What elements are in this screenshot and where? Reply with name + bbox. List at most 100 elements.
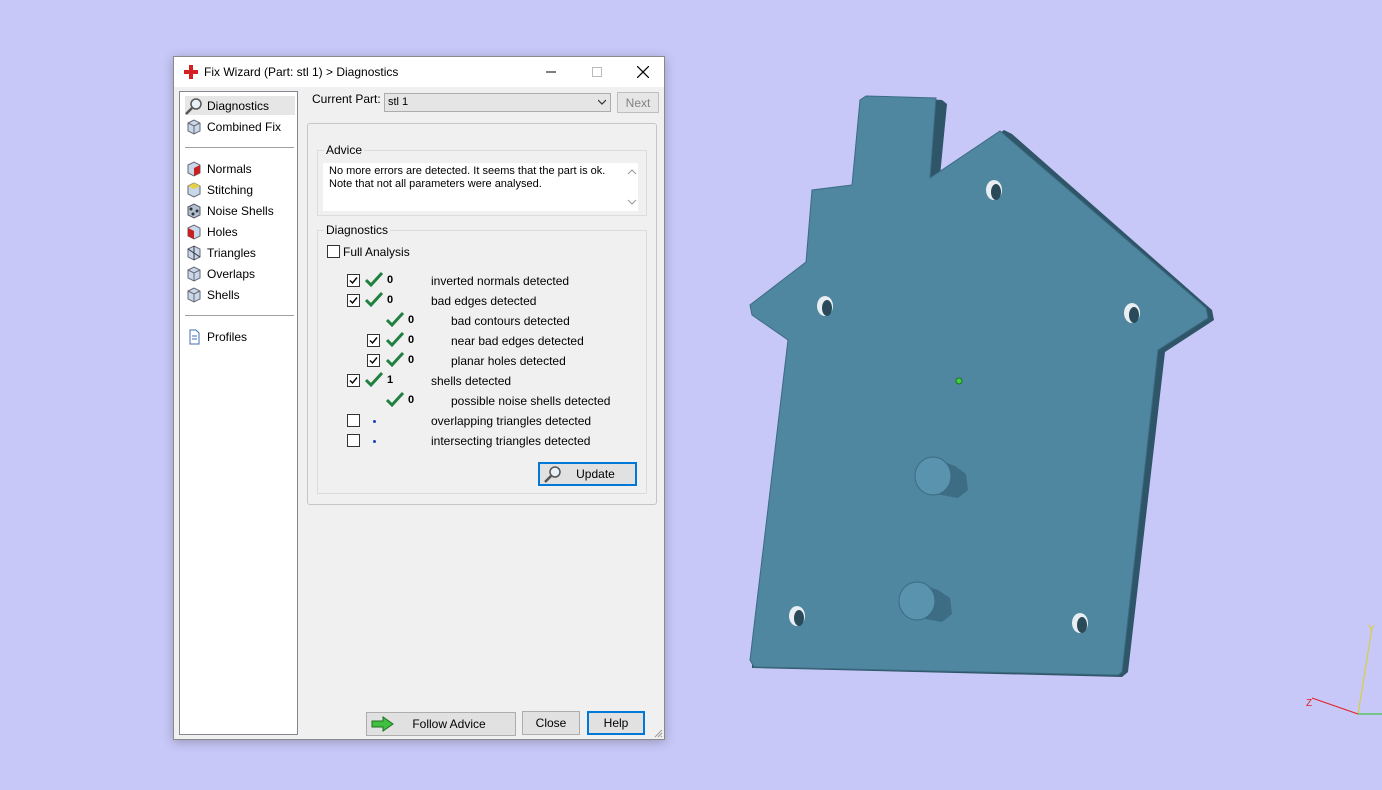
intersecting-triangles-checkbox[interactable] (347, 434, 360, 447)
maximize-button[interactable] (574, 57, 620, 87)
axis-y-label: Y (1368, 624, 1375, 635)
pending-dot-icon (373, 440, 376, 443)
sidebar-item-label: Overlaps (207, 266, 256, 281)
sidebar-item-profiles[interactable]: Profiles (185, 327, 295, 346)
resize-grip-icon[interactable] (653, 728, 663, 738)
help-button[interactable]: Help (587, 711, 645, 735)
checkmark-icon (369, 337, 378, 345)
full-analysis-label: Full Analysis (343, 245, 410, 259)
checkmark-icon (349, 277, 358, 285)
inverted-normals-text: inverted normals detected (431, 274, 570, 288)
update-label: Update (576, 467, 615, 481)
bad-edges-checkbox[interactable] (347, 294, 360, 307)
near-bad-edges-text: near bad edges detected (451, 334, 584, 348)
sidebar-item-label: Noise Shells (207, 203, 274, 218)
current-part-select[interactable]: stl 1 (384, 93, 611, 112)
scroll-down-icon[interactable] (627, 197, 637, 207)
overlaps-icon (187, 265, 201, 282)
inverted-normals-checkbox[interactable] (347, 274, 360, 287)
current-part-value: stl 1 (388, 96, 409, 108)
axis-z-label: Z (1306, 698, 1312, 709)
planar-holes-checkbox[interactable] (367, 354, 380, 367)
ok-check-icon (386, 392, 404, 408)
sidebar-item-stitching[interactable]: Stitching (185, 180, 295, 199)
close-button[interactable]: Close (522, 711, 580, 735)
near-bad-edges-count: 0 (408, 334, 415, 346)
checkmark-icon (349, 377, 358, 385)
maximize-icon (592, 67, 602, 77)
shells-icon (187, 286, 201, 303)
bad-edges-count: 0 (387, 294, 394, 306)
wizard-sidebar: Diagnostics Combined Fix Normals Stitchi… (179, 91, 298, 735)
follow-advice-label: Follow Advice (412, 717, 486, 731)
shells-text: shells detected (431, 374, 512, 388)
title-bar[interactable]: Fix Wizard (Part: stl 1) > Diagnostics (174, 57, 664, 87)
noise-shells-text: possible noise shells detected (451, 394, 611, 408)
intersecting-triangles-text: intersecting triangles detected (431, 434, 591, 448)
minimize-button[interactable] (528, 57, 574, 87)
sidebar-item-shells[interactable]: Shells (185, 285, 295, 304)
magnifier-icon (185, 97, 202, 115)
close-window-button[interactable] (620, 57, 666, 87)
close-icon (637, 66, 649, 78)
next-button[interactable]: Next (617, 92, 659, 113)
minimize-icon (546, 71, 556, 73)
sidebar-item-diagnostics[interactable]: Diagnostics (185, 96, 295, 115)
sidebar-item-label: Shells (207, 287, 240, 302)
ok-check-icon (386, 352, 404, 368)
sidebar-item-normals[interactable]: Normals (185, 159, 295, 178)
noise-shells-count: 0 (408, 394, 415, 406)
ok-check-icon (365, 292, 383, 308)
sidebar-item-label: Diagnostics (207, 98, 270, 113)
advice-title: Advice (324, 143, 365, 157)
shells-checkbox[interactable] (347, 374, 360, 387)
normals-icon (187, 160, 201, 177)
current-part-label: Current Part: (312, 92, 381, 106)
chevron-down-icon (598, 99, 606, 105)
update-button[interactable]: Update (538, 462, 637, 486)
sidebar-divider (185, 315, 294, 316)
overlapping-triangles-checkbox[interactable] (347, 414, 360, 427)
sidebar-item-combined-fix[interactable]: Combined Fix (185, 117, 295, 136)
sidebar-item-triangles[interactable]: Triangles (185, 243, 295, 262)
planar-holes-text: planar holes detected (451, 354, 566, 368)
axis-indicator: Y Z (1300, 620, 1382, 720)
sidebar-item-label: Combined Fix (207, 119, 282, 134)
shells-count: 1 (387, 374, 394, 386)
diagnostics-title: Diagnostics (324, 223, 391, 237)
sidebar-divider (185, 147, 294, 148)
advice-text: No more errors are detected. It seems th… (329, 165, 606, 190)
combined-fix-icon (187, 118, 201, 135)
noise-shells-icon (187, 202, 201, 219)
full-analysis-checkbox[interactable] (327, 245, 340, 258)
ok-check-icon (365, 272, 383, 288)
pending-dot-icon (373, 420, 376, 423)
ok-check-icon (386, 332, 404, 348)
scroll-up-icon[interactable] (627, 167, 637, 177)
fix-wizard-dialog: Fix Wizard (Part: stl 1) > Diagnostics D… (173, 56, 665, 740)
sidebar-item-label: Normals (207, 161, 252, 176)
window-title: Fix Wizard (Part: stl 1) > Diagnostics (204, 65, 399, 79)
advice-textbox[interactable]: No more errors are detected. It seems th… (323, 163, 638, 211)
follow-advice-button[interactable]: Follow Advice (366, 712, 516, 736)
sidebar-item-label: Holes (207, 224, 238, 239)
sidebar-item-holes[interactable]: Holes (185, 222, 295, 241)
sidebar-item-noise-shells[interactable]: Noise Shells (185, 201, 295, 220)
planar-holes-count: 0 (408, 354, 415, 366)
ok-check-icon (386, 312, 404, 328)
bad-edges-text: bad edges detected (431, 294, 537, 308)
sidebar-item-overlaps[interactable]: Overlaps (185, 264, 295, 283)
sidebar-item-label: Stitching (207, 182, 254, 197)
diagnostics-panel: Advice No more errors are detected. It s… (307, 123, 657, 505)
profiles-icon (189, 329, 200, 344)
near-bad-edges-checkbox[interactable] (367, 334, 380, 347)
overlapping-triangles-text: overlapping triangles detected (431, 414, 592, 428)
triangles-icon (187, 244, 201, 261)
fix-wizard-cross-icon (184, 65, 198, 79)
stitching-icon (187, 181, 201, 198)
checkmark-icon (349, 297, 358, 305)
inverted-normals-count: 0 (387, 274, 394, 286)
sidebar-item-label: Triangles (207, 245, 256, 260)
bad-contours-text: bad contours detected (451, 314, 570, 328)
bad-contours-count: 0 (408, 314, 415, 326)
